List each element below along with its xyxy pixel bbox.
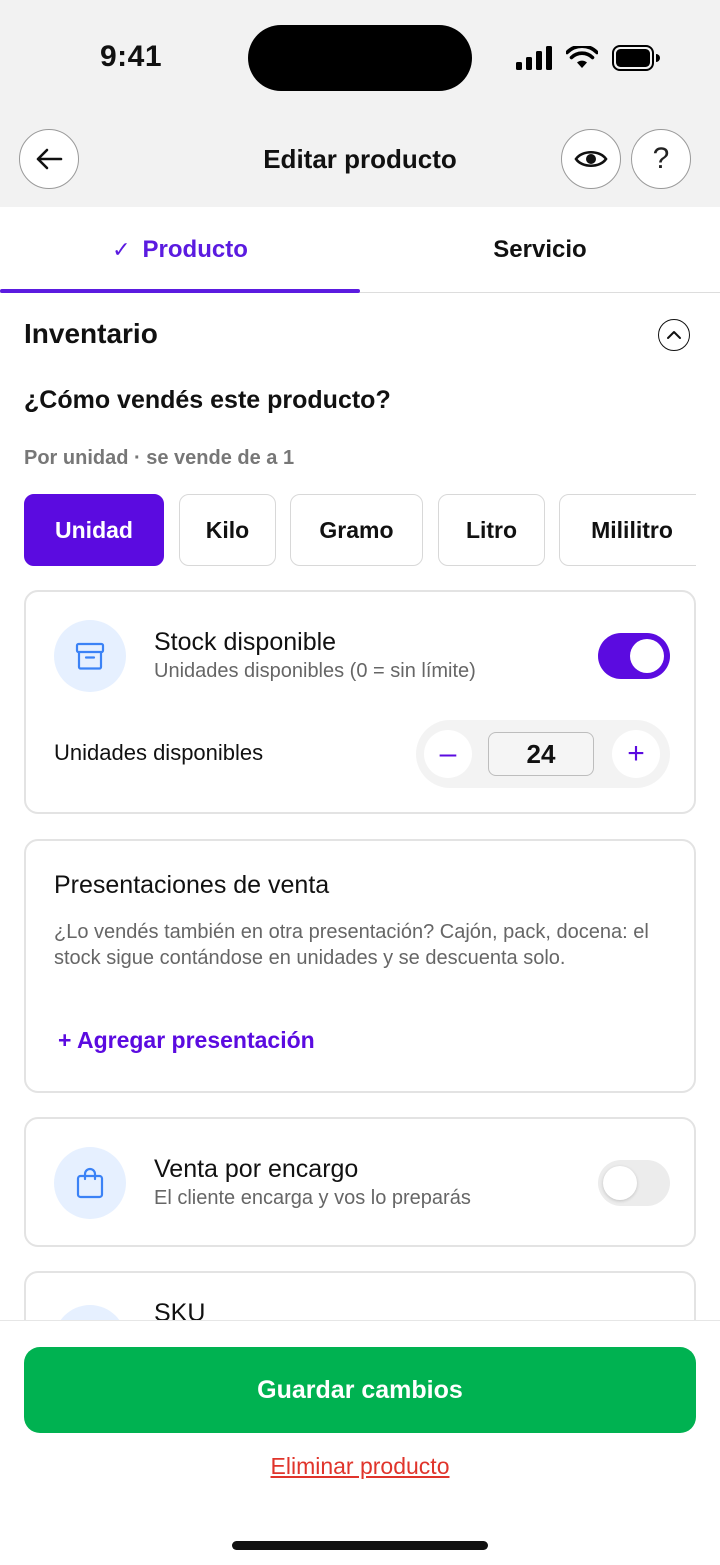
- order-subtitle: El cliente encarga y vos lo preparás: [154, 1187, 471, 1209]
- decrement-button[interactable]: –: [424, 730, 472, 778]
- chevron-up-icon[interactable]: [658, 319, 690, 351]
- quantity-stepper: – 24 +: [416, 720, 670, 788]
- status-time: 9:41: [100, 40, 163, 73]
- preview-button[interactable]: [561, 129, 621, 189]
- order-card: Venta por encargo El cliente encarga y v…: [24, 1117, 696, 1247]
- add-presentation-link[interactable]: + Agregar presentación: [58, 1027, 315, 1054]
- sale-mode-hint: Por unidad · se vende de a 1: [24, 447, 295, 469]
- archive-box-icon: [75, 642, 105, 670]
- tab-servicio[interactable]: Servicio: [360, 207, 720, 293]
- tab-servicio-label: Servicio: [493, 236, 587, 263]
- chevron-up-glyph: [667, 331, 681, 339]
- active-tab-indicator: [0, 289, 360, 293]
- unit-chip-gramo[interactable]: Gramo: [290, 494, 423, 566]
- stock-card: Stock disponible Unidades disponibles (0…: [24, 590, 696, 814]
- wifi-icon: [566, 46, 598, 68]
- delete-product-link[interactable]: Eliminar producto: [0, 1453, 720, 1480]
- home-indicator: [232, 1541, 488, 1550]
- sku-card: SKU: [24, 1271, 696, 1320]
- order-icon-bubble: [54, 1147, 126, 1219]
- presentations-card: Presentaciones de venta ¿Lo vendés tambi…: [24, 839, 696, 1093]
- unit-chip-unidad[interactable]: Unidad: [24, 494, 164, 566]
- eye-icon: [574, 150, 608, 168]
- sale-mode-question: ¿Cómo vendés este producto?: [24, 386, 391, 414]
- check-icon: ✓: [112, 237, 131, 262]
- product-type-tabs: ✓ Producto Servicio: [0, 207, 720, 293]
- tab-producto[interactable]: ✓ Producto: [0, 207, 360, 293]
- section-title-inventario: Inventario: [24, 318, 158, 349]
- units-available-label: Unidades disponibles: [54, 740, 264, 765]
- question-mark-icon: ?: [652, 142, 670, 175]
- top-bar: 9:41 Editar producto ?: [0, 0, 720, 207]
- sku-icon-bubble: [54, 1305, 126, 1320]
- bottom-action-bar: Guardar cambios Eliminar producto: [0, 1320, 720, 1565]
- increment-button[interactable]: +: [612, 730, 660, 778]
- shopping-bag-icon: [76, 1167, 104, 1199]
- presentations-description: ¿Lo vendés también en otra presentación?…: [54, 921, 649, 969]
- signal-icon: [516, 46, 552, 70]
- save-changes-button[interactable]: Guardar cambios: [24, 1347, 696, 1433]
- toggle-knob: [630, 639, 664, 673]
- status-icons: [516, 44, 660, 72]
- help-button[interactable]: ?: [631, 129, 691, 189]
- unit-chip-mililitro[interactable]: Mililitro: [559, 494, 696, 566]
- scroll-content[interactable]: Inventario ¿Cómo vendés este producto? P…: [0, 294, 720, 1320]
- order-toggle[interactable]: [598, 1160, 670, 1206]
- battery-icon: [612, 45, 660, 71]
- stock-title: Stock disponible: [154, 628, 337, 656]
- tab-producto-label: Producto: [142, 236, 248, 263]
- dynamic-island: [248, 25, 472, 91]
- order-title: Venta por encargo: [154, 1155, 359, 1183]
- stock-toggle[interactable]: [598, 633, 670, 679]
- presentations-title: Presentaciones de venta: [54, 871, 330, 899]
- stock-subtitle: Unidades disponibles (0 = sin límite): [154, 660, 476, 682]
- unit-chip-kilo[interactable]: Kilo: [179, 494, 276, 566]
- quantity-value[interactable]: 24: [488, 732, 594, 776]
- unit-chip-litro[interactable]: Litro: [438, 494, 545, 566]
- unit-selector: Unidad Kilo Gramo Litro Mililitro: [24, 494, 696, 566]
- stock-icon-bubble: [54, 620, 126, 692]
- toggle-knob: [603, 1166, 637, 1200]
- sku-title: SKU: [154, 1299, 206, 1320]
